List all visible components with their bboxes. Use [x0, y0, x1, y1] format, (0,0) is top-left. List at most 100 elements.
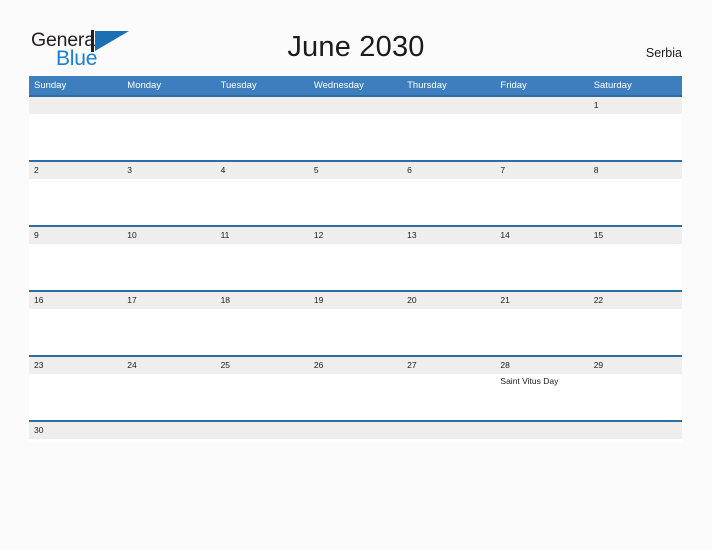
day-number[interactable]: 19	[309, 292, 402, 309]
day-number[interactable]: 20	[402, 292, 495, 309]
day-cell[interactable]	[309, 114, 402, 160]
day-cell[interactable]	[589, 244, 682, 290]
day-cell[interactable]	[122, 179, 215, 225]
day-number[interactable]: 11	[216, 227, 309, 244]
day-number[interactable]: 23	[29, 357, 122, 374]
day-cell[interactable]	[309, 244, 402, 290]
day-number[interactable]: 13	[402, 227, 495, 244]
day-number[interactable]	[402, 422, 495, 439]
weekday-header-tuesday: Tuesday	[220, 80, 257, 91]
day-number[interactable]: 24	[122, 357, 215, 374]
day-number[interactable]: 8	[589, 162, 682, 179]
day-number[interactable]	[495, 97, 588, 114]
day-cell[interactable]	[216, 309, 309, 355]
day-number[interactable]	[216, 422, 309, 439]
day-cell[interactable]	[589, 114, 682, 160]
day-number[interactable]: 27	[402, 357, 495, 374]
country-label: Serbia	[645, 46, 682, 60]
day-cell[interactable]	[402, 374, 495, 420]
week-day-number-band: 16 17 18 19 20 21 22	[29, 292, 682, 309]
day-cell[interactable]	[589, 374, 682, 420]
day-cell[interactable]	[402, 244, 495, 290]
day-number[interactable]: 12	[309, 227, 402, 244]
day-number[interactable]: 15	[589, 227, 682, 244]
day-number[interactable]: 25	[216, 357, 309, 374]
calendar-week-row: 2 3 4 5 6 7 8	[29, 160, 682, 225]
day-number[interactable]: 4	[216, 162, 309, 179]
day-number[interactable]: 22	[589, 292, 682, 309]
weekday-header-sunday: Sunday	[34, 80, 67, 91]
weekday-header-saturday: Saturday	[593, 80, 632, 91]
day-number[interactable]: 18	[216, 292, 309, 309]
day-number[interactable]: 17	[122, 292, 215, 309]
day-number[interactable]: 7	[495, 162, 588, 179]
day-number[interactable]	[495, 422, 588, 439]
day-cell[interactable]	[309, 309, 402, 355]
day-number[interactable]	[122, 422, 215, 439]
calendar-week-row: 9 10 11 12 13 14 15	[29, 225, 682, 290]
day-number[interactable]	[309, 422, 402, 439]
day-number[interactable]: 21	[495, 292, 588, 309]
calendar-week-row: 16 17 18 19 20 21 22	[29, 290, 682, 355]
day-cell[interactable]	[309, 374, 402, 420]
day-number[interactable]: 10	[122, 227, 215, 244]
day-number[interactable]: 28	[495, 357, 588, 374]
day-cell[interactable]	[216, 179, 309, 225]
day-cell[interactable]	[402, 179, 495, 225]
day-number[interactable]	[216, 97, 309, 114]
weekday-header-thursday: Thursday	[407, 80, 447, 91]
weekday-header-monday: Monday	[127, 80, 162, 91]
calendar-event[interactable]: Saint Vitus Day	[500, 376, 588, 387]
day-cell[interactable]	[402, 114, 495, 160]
day-cell[interactable]	[495, 309, 588, 355]
day-number[interactable]: 9	[29, 227, 122, 244]
day-cell[interactable]	[122, 309, 215, 355]
day-number[interactable]: 3	[122, 162, 215, 179]
calendar-week-row: 1	[29, 95, 682, 160]
day-number[interactable]: 1	[589, 97, 682, 114]
day-cell[interactable]	[309, 179, 402, 225]
day-number[interactable]	[589, 422, 682, 439]
day-cell[interactable]	[402, 309, 495, 355]
day-cell[interactable]	[29, 179, 122, 225]
day-number[interactable]: 26	[309, 357, 402, 374]
day-number[interactable]: 2	[29, 162, 122, 179]
day-number[interactable]: 5	[309, 162, 402, 179]
week-day-number-band: 30	[29, 422, 682, 439]
day-cell[interactable]	[495, 244, 588, 290]
week-event-band	[29, 309, 682, 355]
day-cell[interactable]	[29, 374, 122, 420]
day-number[interactable]: 30	[29, 422, 122, 439]
day-cell[interactable]	[122, 374, 215, 420]
calendar-weekday-header-row: Sunday Monday Tuesday Wednesday Thursday…	[29, 76, 682, 95]
day-cell[interactable]	[122, 114, 215, 160]
calendar-week-row: 30	[29, 420, 682, 442]
day-cell[interactable]	[29, 114, 122, 160]
day-cell[interactable]	[216, 244, 309, 290]
day-cell[interactable]	[216, 114, 309, 160]
day-cell[interactable]	[29, 244, 122, 290]
day-cell[interactable]	[589, 179, 682, 225]
day-cell[interactable]	[122, 244, 215, 290]
day-number[interactable]	[29, 97, 122, 114]
week-day-number-band: 9 10 11 12 13 14 15	[29, 227, 682, 244]
day-number[interactable]: 29	[589, 357, 682, 374]
day-cell[interactable]	[495, 179, 588, 225]
day-number[interactable]	[402, 97, 495, 114]
week-event-band: Saint Vitus Day	[29, 374, 682, 420]
calendar-week-row: 23 24 25 26 27 28 29 Saint Vitus Day	[29, 355, 682, 420]
day-cell[interactable]: Saint Vitus Day	[495, 374, 588, 420]
day-cell[interactable]	[495, 114, 588, 160]
day-number[interactable]: 16	[29, 292, 122, 309]
day-number[interactable]: 6	[402, 162, 495, 179]
weekday-header-wednesday: Wednesday	[313, 80, 364, 91]
day-cell[interactable]	[29, 309, 122, 355]
day-number[interactable]: 14	[495, 227, 588, 244]
day-number[interactable]	[122, 97, 215, 114]
week-day-number-band: 2 3 4 5 6 7 8	[29, 162, 682, 179]
day-cell[interactable]	[216, 374, 309, 420]
week-day-number-band: 23 24 25 26 27 28 29	[29, 357, 682, 374]
weekday-header-friday: Friday	[500, 80, 527, 91]
day-cell[interactable]	[589, 309, 682, 355]
day-number[interactable]	[309, 97, 402, 114]
